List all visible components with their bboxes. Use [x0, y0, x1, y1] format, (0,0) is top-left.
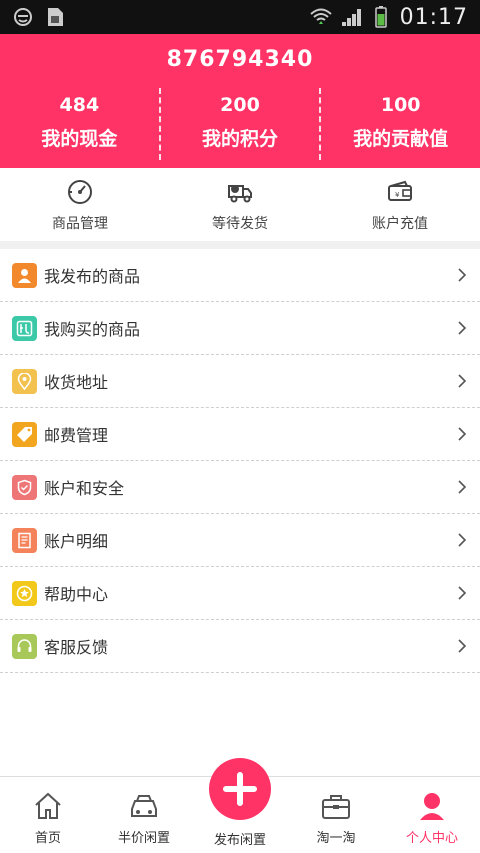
chevron-right-icon [458, 639, 467, 653]
quick-actions: 商品管理 等待发货 ¥ 账户充值 [0, 168, 480, 249]
quick-action-label: 等待发货 [212, 216, 268, 232]
bottom-nav: 首页 半价闲置 发布闲置 淘一淘 个人中心 [0, 758, 480, 853]
stats-row: 484 我的现金 200 我的积分 100 我的贡献值 [0, 86, 480, 164]
chevron-right-icon [458, 321, 467, 335]
quick-action-awaiting-shipment[interactable]: 等待发货 [160, 168, 320, 241]
plus-icon [223, 772, 257, 806]
document-icon [12, 527, 37, 553]
stat-contribution-label: 我的贡献值 [353, 128, 449, 150]
nav-label: 个人中心 [405, 831, 458, 846]
gift-icon [12, 315, 37, 341]
menu-item-label: 我购买的商品 [44, 320, 141, 339]
menu-item-label: 账户和安全 [44, 479, 125, 498]
chevron-right-icon [458, 268, 467, 282]
menu-item-label: 收货地址 [44, 373, 109, 392]
star-icon [12, 580, 37, 606]
wifi-icon [309, 8, 332, 24]
stat-points-label: 我的积分 [202, 128, 279, 150]
quick-action-goods-management[interactable]: 商品管理 [0, 168, 160, 241]
shield-icon [12, 474, 37, 500]
chevron-right-icon [458, 374, 467, 388]
battery-icon [374, 6, 387, 28]
stat-contribution[interactable]: 100 我的贡献值 [321, 88, 480, 160]
nav-home[interactable]: 首页 [0, 777, 96, 853]
menu-item-label: 客服反馈 [44, 638, 109, 657]
menu-item-label: 帮助中心 [44, 585, 109, 604]
nav-label: 首页 [34, 831, 61, 846]
menu-item-customer-feedback[interactable]: 客服反馈 [0, 620, 480, 673]
stat-cash-label: 我的现金 [41, 128, 118, 150]
stat-cash-value: 484 [59, 94, 100, 116]
menu-item-account-security[interactable]: 账户和安全 [0, 461, 480, 514]
menu-item-label: 账户明细 [44, 532, 109, 551]
clock: 01:17 [399, 4, 468, 30]
nav-label: 发布闲置 [213, 833, 266, 848]
stat-points[interactable]: 200 我的积分 [161, 88, 322, 160]
menu-item-label: 我发布的商品 [44, 267, 141, 286]
menu-item-postage[interactable]: 邮费管理 [0, 408, 480, 461]
quick-action-recharge[interactable]: ¥ 账户充值 [320, 168, 480, 241]
menu-item-help-center[interactable]: 帮助中心 [0, 567, 480, 620]
menu-item-shipping-address[interactable]: 收货地址 [0, 355, 480, 408]
quick-action-label: 商品管理 [52, 216, 108, 232]
stat-contribution-value: 100 [380, 94, 421, 116]
chevron-right-icon [458, 586, 467, 600]
nav-label: 淘一淘 [316, 831, 356, 846]
car-icon [131, 795, 157, 817]
truck-icon [228, 185, 252, 203]
menu-item-my-purchased[interactable]: 我购买的商品 [0, 302, 480, 355]
chevron-right-icon [458, 533, 467, 547]
svg-text:¥: ¥ [395, 191, 400, 199]
headset-icon [12, 633, 37, 659]
status-bar: 01:17 [0, 0, 480, 34]
publish-button[interactable] [209, 758, 271, 820]
menu-item-label: 邮费管理 [44, 426, 109, 445]
sim-card-icon [48, 8, 63, 26]
chevron-right-icon [458, 427, 467, 441]
user-icon [420, 793, 444, 820]
person-icon [12, 262, 37, 288]
nav-half-price[interactable]: 半价闲置 [96, 777, 192, 853]
menu-list: 我发布的商品 我购买的商品 收货地址 邮费管理 账户和安全 账户明细 帮助中心 … [0, 249, 480, 673]
wallet-icon: ¥ [388, 180, 412, 201]
menu-item-my-published[interactable]: 我发布的商品 [0, 249, 480, 302]
home-icon [35, 792, 61, 819]
nav-label: 半价闲置 [117, 831, 170, 846]
nav-browse[interactable]: 淘一淘 [288, 777, 384, 853]
briefcase-icon [322, 795, 350, 819]
profile-header: 876794340 484 我的现金 200 我的积分 100 我的贡献值 [0, 34, 480, 168]
chevron-right-icon [458, 480, 467, 494]
quick-action-label: 账户充值 [372, 216, 428, 232]
tag-icon [12, 421, 37, 447]
notification-icon [14, 8, 32, 26]
user-id: 876794340 [166, 47, 314, 72]
menu-item-account-details[interactable]: 账户明细 [0, 514, 480, 567]
signal-icon [341, 9, 361, 26]
gauge-icon [68, 180, 92, 204]
location-icon [12, 368, 37, 394]
nav-profile[interactable]: 个人中心 [384, 777, 480, 853]
stat-cash[interactable]: 484 我的现金 [0, 88, 161, 160]
stat-points-value: 200 [220, 94, 260, 116]
nav-publish[interactable]: 发布闲置 [192, 758, 288, 853]
